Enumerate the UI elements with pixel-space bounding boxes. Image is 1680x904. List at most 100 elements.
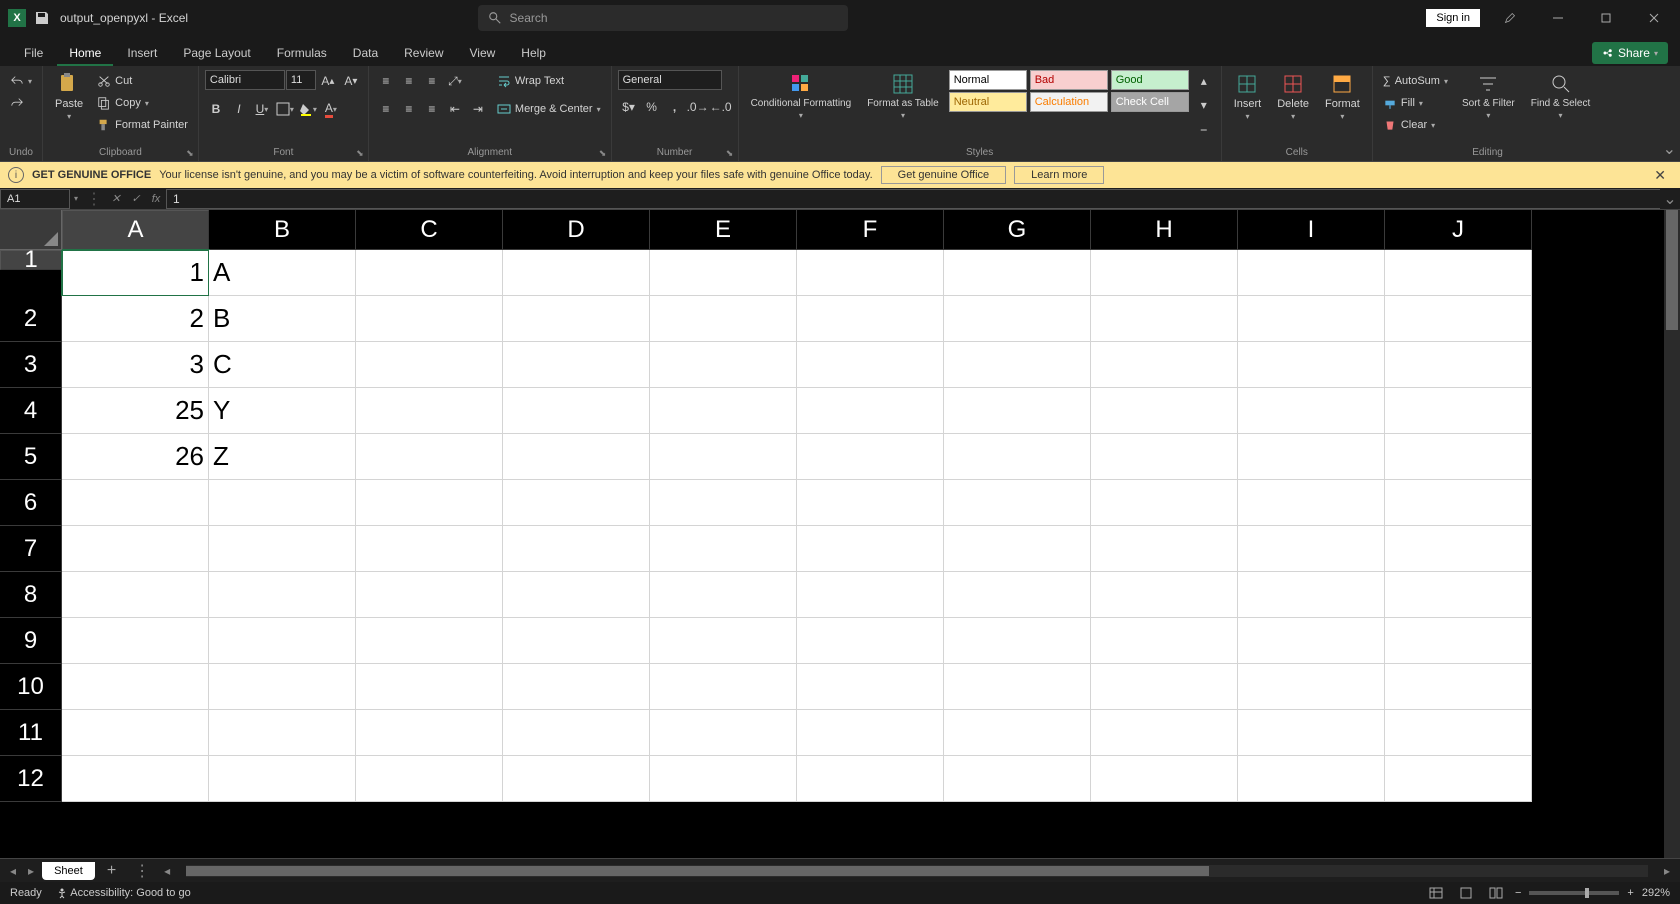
cell[interactable]: 25 <box>62 388 209 434</box>
align-middle-button[interactable]: ≡ <box>398 70 420 92</box>
cell[interactable] <box>650 434 797 480</box>
cell[interactable] <box>1385 664 1532 710</box>
align-bottom-button[interactable]: ≡ <box>421 70 443 92</box>
cell[interactable] <box>1238 572 1385 618</box>
column-header[interactable]: G <box>944 210 1091 250</box>
cell[interactable] <box>356 618 503 664</box>
decrease-indent-button[interactable]: ⇤ <box>444 98 466 120</box>
cell[interactable] <box>356 388 503 434</box>
hscroll-thumb[interactable] <box>186 866 1209 876</box>
cell[interactable] <box>1238 434 1385 480</box>
cell[interactable] <box>944 480 1091 526</box>
cell[interactable] <box>1091 342 1238 388</box>
sheet-tab[interactable]: Sheet <box>42 862 95 880</box>
cell[interactable] <box>1238 342 1385 388</box>
cell[interactable] <box>503 756 650 802</box>
cell[interactable] <box>650 250 797 296</box>
format-cells-button[interactable]: Format▾ <box>1319 70 1366 123</box>
cell[interactable] <box>797 388 944 434</box>
style-bad[interactable]: Bad <box>1030 70 1108 90</box>
cell[interactable] <box>944 664 1091 710</box>
cell[interactable] <box>1385 250 1532 296</box>
cell[interactable] <box>797 526 944 572</box>
row-header[interactable]: 10 <box>0 664 62 710</box>
tab-help[interactable]: Help <box>509 40 558 66</box>
zoom-slider[interactable] <box>1529 891 1619 895</box>
italic-button[interactable]: I <box>228 98 250 120</box>
cell[interactable] <box>650 710 797 756</box>
cell[interactable] <box>1385 296 1532 342</box>
cell[interactable]: 2 <box>62 296 209 342</box>
align-left-button[interactable]: ≡ <box>375 98 397 120</box>
styles-more[interactable]: ⎯ <box>1193 118 1215 140</box>
cell[interactable] <box>650 664 797 710</box>
tab-page-layout[interactable]: Page Layout <box>171 40 262 66</box>
search-box[interactable]: Search <box>478 5 848 31</box>
tab-view[interactable]: View <box>458 40 508 66</box>
cell[interactable] <box>1385 342 1532 388</box>
tab-formulas[interactable]: Formulas <box>265 40 339 66</box>
cell[interactable] <box>1238 756 1385 802</box>
cell[interactable] <box>1385 756 1532 802</box>
cell[interactable] <box>356 710 503 756</box>
cell[interactable] <box>209 618 356 664</box>
cell[interactable] <box>944 710 1091 756</box>
undo-button[interactable]: ▾ <box>6 70 36 92</box>
cell[interactable] <box>1385 572 1532 618</box>
cell[interactable] <box>209 664 356 710</box>
cell[interactable] <box>356 342 503 388</box>
cell[interactable] <box>356 250 503 296</box>
get-genuine-button[interactable]: Get genuine Office <box>881 166 1007 184</box>
cell[interactable] <box>209 756 356 802</box>
cell[interactable] <box>209 572 356 618</box>
styles-scroll-up[interactable]: ▴ <box>1193 70 1215 92</box>
cell[interactable] <box>797 296 944 342</box>
fill-button[interactable]: Fill▾ <box>1379 92 1452 114</box>
hscroll-right[interactable]: ▸ <box>1660 864 1674 878</box>
row-header[interactable]: 1 <box>0 250 62 270</box>
cut-button[interactable]: Cut <box>93 70 192 92</box>
delete-cells-button[interactable]: Delete▾ <box>1271 70 1315 123</box>
sheet-nav-next[interactable]: ▸ <box>24 864 38 878</box>
cell[interactable]: C <box>209 342 356 388</box>
cell[interactable] <box>1091 572 1238 618</box>
cell[interactable] <box>503 664 650 710</box>
cell[interactable] <box>944 388 1091 434</box>
zoom-out-button[interactable]: − <box>1515 887 1521 899</box>
cell[interactable] <box>797 342 944 388</box>
cell[interactable]: 1 <box>62 250 209 296</box>
row-header[interactable]: 8 <box>0 572 62 618</box>
cell[interactable] <box>944 756 1091 802</box>
sort-filter-button[interactable]: Sort & Filter▾ <box>1456 70 1521 122</box>
hscroll-left[interactable]: ◂ <box>160 864 174 878</box>
redo-button[interactable] <box>6 92 36 114</box>
cell[interactable] <box>62 618 209 664</box>
page-layout-view-button[interactable] <box>1455 884 1477 902</box>
tab-home[interactable]: Home <box>57 40 113 66</box>
cell[interactable] <box>1385 388 1532 434</box>
cell[interactable] <box>944 342 1091 388</box>
style-normal[interactable]: Normal <box>949 70 1027 90</box>
column-header[interactable]: J <box>1385 210 1532 250</box>
cell[interactable] <box>503 434 650 480</box>
cell[interactable] <box>797 756 944 802</box>
tab-insert[interactable]: Insert <box>115 40 169 66</box>
style-good[interactable]: Good <box>1111 70 1189 90</box>
cell[interactable] <box>944 526 1091 572</box>
cell[interactable] <box>1091 296 1238 342</box>
cell[interactable] <box>356 756 503 802</box>
minimize-button[interactable] <box>1540 4 1576 32</box>
sheet-tab-menu[interactable]: ⋮ <box>128 861 156 881</box>
alignment-dialog-launcher[interactable]: ⬊ <box>597 147 609 159</box>
cell[interactable] <box>503 388 650 434</box>
cell[interactable] <box>1091 756 1238 802</box>
cell[interactable] <box>62 664 209 710</box>
cell[interactable] <box>62 480 209 526</box>
font-color-button[interactable]: A▾ <box>320 98 342 120</box>
column-header[interactable]: H <box>1091 210 1238 250</box>
cell[interactable] <box>650 480 797 526</box>
cell[interactable] <box>797 434 944 480</box>
cell[interactable] <box>797 664 944 710</box>
row-header[interactable]: 4 <box>0 388 62 434</box>
row-header[interactable]: 5 <box>0 434 62 480</box>
